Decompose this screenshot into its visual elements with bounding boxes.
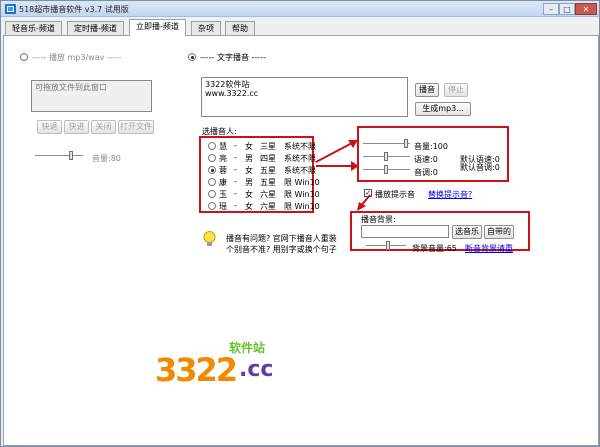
voice-gender: 女 <box>245 166 253 175</box>
builtin-music-button[interactable]: 自带的 <box>484 225 514 239</box>
app-logo-icon <box>5 4 16 14</box>
tts-mode-radio[interactable] <box>188 53 196 61</box>
speech-volume-thumb[interactable] <box>404 139 408 148</box>
maximize-button[interactable]: □ <box>559 3 575 15</box>
mp3-mode-radio[interactable] <box>20 53 28 61</box>
voice-separator: - <box>234 153 237 162</box>
mp3-volume-label: 音量:80 <box>92 154 121 163</box>
window-title: 518超市播音软件 v3.7 试用版 <box>19 5 129 14</box>
voice-note: 系统不限 <box>284 154 316 163</box>
voice-gender: 女 <box>245 142 253 151</box>
fast-forward-button[interactable]: 快进 <box>64 120 89 134</box>
voice-gender: 男 <box>245 178 253 187</box>
logo-suffix-text: .cc <box>239 357 274 382</box>
default-pitch-label: 默认音调:0 <box>460 163 500 172</box>
tip-line-2: 个别音不准? 用别字或换个句子 <box>226 245 337 254</box>
play-speech-button[interactable]: 播音 <box>415 83 439 97</box>
voice-note: 系统不限 <box>284 142 316 151</box>
lightbulb-icon <box>203 231 216 246</box>
voice-note: 系统不限 <box>284 166 316 175</box>
voice-gender: 女 <box>245 202 253 211</box>
voice-name: 慧 <box>219 142 227 151</box>
voice-gender: 女 <box>245 190 253 199</box>
voice-separator: - <box>234 141 237 150</box>
background-help-link[interactable]: 断音背景请重 <box>465 243 513 254</box>
choose-music-button[interactable]: 选音乐 <box>452 225 482 239</box>
file-drop-placeholder: 可拖放文件到此窗口 <box>35 83 107 92</box>
app-window: 518超市播音软件 v3.7 试用版 – □ ✕ 轻音乐-频道 定时播-频道 立… <box>0 0 600 447</box>
speech-volume-slider[interactable] <box>363 143 410 145</box>
tts-mode-label: ----- 文字播音 ----- <box>200 53 266 62</box>
tab-bar: 轻音乐-频道 定时播-频道 立即播-频道 杂项 帮助 <box>1 19 600 36</box>
background-music-input[interactable] <box>361 225 449 238</box>
rewind-button[interactable]: 快退 <box>37 120 62 134</box>
voice-name: 瑶 <box>219 202 227 211</box>
voice-radio[interactable] <box>208 178 216 186</box>
voice-radio[interactable] <box>208 154 216 162</box>
instant-play-panel: ----- 播放 mp3/wav ----- 可拖放文件到此窗口 快退 快进 关… <box>3 35 599 446</box>
voice-separator: - <box>234 177 237 186</box>
stop-speech-button[interactable]: 停止 <box>444 83 468 97</box>
logo-main-text: 3322 <box>155 351 238 389</box>
speech-volume-label: 音量:100 <box>414 142 448 151</box>
minimize-button[interactable]: – <box>543 3 559 15</box>
speech-speed-label: 语速:0 <box>414 155 438 164</box>
voice-stars: 五星 <box>260 178 276 187</box>
speech-pitch-label: 音调:0 <box>414 168 438 177</box>
voice-name: 蓉 <box>219 166 227 175</box>
tab-help[interactable]: 帮助 <box>225 21 255 36</box>
tab-light-music[interactable]: 轻音乐-频道 <box>5 21 62 36</box>
site-logo: 软件站 3322 .cc <box>151 337 305 395</box>
tab-misc[interactable]: 杂项 <box>191 21 221 36</box>
voice-radio[interactable] <box>208 166 216 174</box>
tts-text-line-2: www.3322.cc <box>205 89 259 98</box>
voice-stars: 六星 <box>260 202 276 211</box>
tts-text-line-1: 3322软件站 <box>205 80 250 89</box>
tab-instant[interactable]: 立即播-频道 <box>129 19 186 36</box>
mp3-mode-label: ----- 播放 mp3/wav ----- <box>32 53 122 62</box>
voice-radio[interactable] <box>208 202 216 210</box>
close-button[interactable]: ✕ <box>575 3 597 15</box>
tip-line-1: 播音有问题? 官网下播音人重装 <box>226 234 337 243</box>
pointer-arrow-icon <box>315 140 359 171</box>
generate-mp3-button[interactable]: 生成mp3... <box>415 102 471 116</box>
voice-radio[interactable] <box>208 142 216 150</box>
background-volume-thumb[interactable] <box>386 241 390 250</box>
tab-scheduled[interactable]: 定时播-频道 <box>67 21 124 36</box>
voice-separator: - <box>234 201 237 210</box>
voice-name: 亮 <box>219 154 227 163</box>
background-volume-label: 背景音量:65 <box>412 244 457 253</box>
title-bar[interactable]: 518超市播音软件 v3.7 试用版 – □ ✕ <box>1 1 599 17</box>
voice-stars: 六星 <box>260 190 276 199</box>
voice-note: 限 Win10 <box>284 202 320 211</box>
open-file-button[interactable]: 打开文件 <box>118 120 154 134</box>
speech-pitch-thumb[interactable] <box>384 165 388 174</box>
voice-stars: 四星 <box>260 154 276 163</box>
prompt-tone-label: 播放提示音 <box>375 190 415 199</box>
voice-separator: - <box>234 189 237 198</box>
voice-name: 玉 <box>219 190 227 199</box>
close-file-button[interactable]: 关闭 <box>91 120 116 134</box>
voice-radio[interactable] <box>208 190 216 198</box>
mp3-volume-thumb[interactable] <box>69 151 73 160</box>
voice-note: 限 Win10 <box>284 190 320 199</box>
file-drop-area[interactable]: 可拖放文件到此窗口 <box>31 80 152 112</box>
down-arrow-icon <box>357 194 371 211</box>
speech-speed-thumb[interactable] <box>384 152 388 161</box>
voice-stars: 五星 <box>260 166 276 175</box>
mp3-volume-slider[interactable] <box>35 155 83 157</box>
replace-prompt-link[interactable]: 替换提示音? <box>428 189 472 200</box>
voice-stars: 三星 <box>260 142 276 151</box>
voice-name: 康 <box>219 178 227 187</box>
voice-gender: 男 <box>245 154 253 163</box>
background-music-label: 播音背景: <box>361 215 396 224</box>
tts-text-input[interactable]: 3322软件站 www.3322.cc <box>201 77 408 117</box>
voice-separator: - <box>234 165 237 174</box>
